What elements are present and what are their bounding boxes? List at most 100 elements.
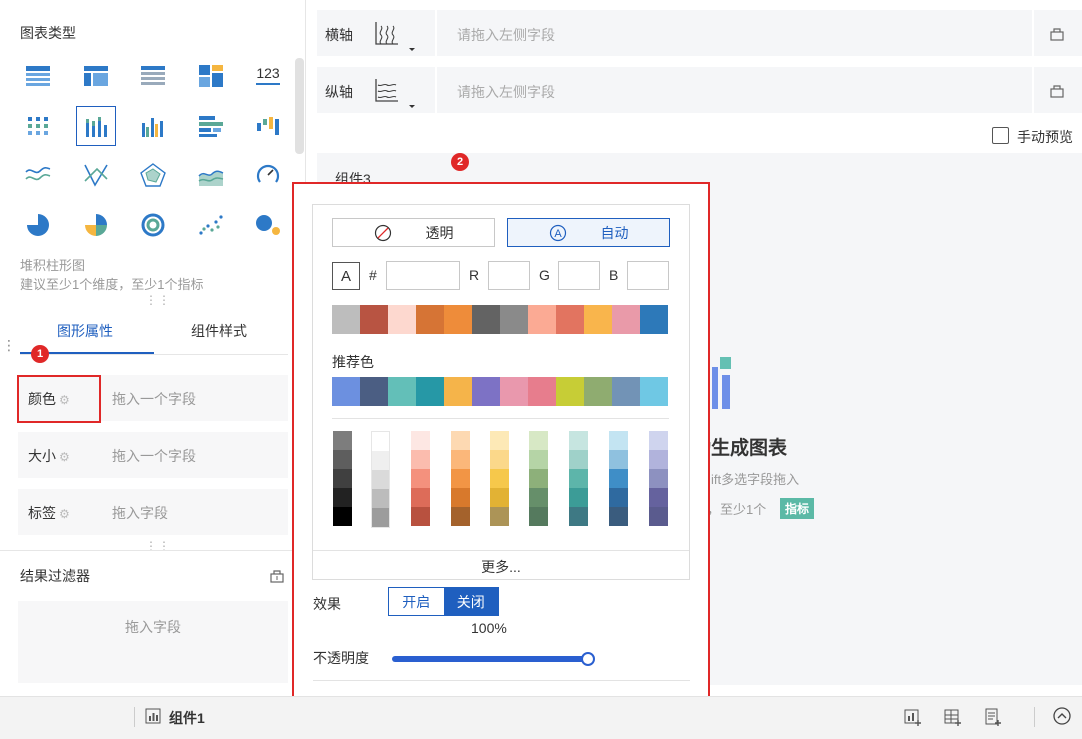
- color-swatch[interactable]: [609, 450, 628, 469]
- color-swatch[interactable]: [332, 305, 360, 334]
- color-swatch[interactable]: [451, 488, 470, 507]
- color-swatch[interactable]: [411, 450, 430, 469]
- line-icon[interactable]: [18, 155, 58, 195]
- prop-drop-label[interactable]: 拖入字段: [112, 503, 168, 523]
- prop-drop-size[interactable]: 拖入一个字段: [112, 446, 196, 466]
- color-swatch[interactable]: [451, 507, 470, 526]
- color-swatch[interactable]: [556, 305, 584, 334]
- auto-color-button[interactable]: A 自动: [507, 218, 670, 247]
- color-swatch[interactable]: [444, 377, 472, 406]
- color-swatch[interactable]: [649, 507, 668, 526]
- cross-table-icon[interactable]: [76, 56, 116, 96]
- eyedropper-a-icon[interactable]: A: [332, 262, 360, 290]
- radar-icon[interactable]: [133, 155, 173, 195]
- color-swatch[interactable]: [640, 377, 668, 406]
- color-swatch[interactable]: [372, 508, 389, 527]
- table-icon[interactable]: [18, 56, 58, 96]
- color-swatch[interactable]: [584, 305, 612, 334]
- multi-column-icon[interactable]: [133, 106, 173, 146]
- prop-drop-color[interactable]: 拖入一个字段: [112, 389, 196, 409]
- color-swatch[interactable]: [569, 431, 588, 450]
- color-swatch[interactable]: [451, 450, 470, 469]
- effect-on-button[interactable]: 开启: [389, 588, 444, 615]
- detail-table-icon[interactable]: [133, 56, 173, 96]
- color-swatch[interactable]: [490, 431, 509, 450]
- lock-icon[interactable]: [1032, 10, 1080, 56]
- color-swatch[interactable]: [649, 488, 668, 507]
- dashboard-card-icon[interactable]: [191, 56, 231, 96]
- kpi-number-icon[interactable]: 123: [248, 56, 288, 96]
- x-axis-row[interactable]: 横轴 请拖入左侧字段: [317, 10, 1082, 56]
- color-swatch[interactable]: [556, 377, 584, 406]
- color-swatch[interactable]: [569, 488, 588, 507]
- color-swatch[interactable]: [529, 507, 548, 526]
- more-colors-button[interactable]: 更多...: [313, 550, 689, 581]
- color-swatch[interactable]: [444, 305, 472, 334]
- scrollbar[interactable]: [295, 58, 304, 154]
- hex-input[interactable]: [386, 261, 460, 290]
- effect-off-button[interactable]: 关闭: [443, 588, 498, 615]
- color-swatch[interactable]: [609, 431, 628, 450]
- color-swatch[interactable]: [649, 469, 668, 488]
- color-swatch[interactable]: [490, 507, 509, 526]
- area-icon[interactable]: [191, 155, 231, 195]
- color-swatch[interactable]: [372, 451, 389, 470]
- add-chart-icon[interactable]: [903, 707, 923, 732]
- grouped-table-icon[interactable]: [18, 106, 58, 146]
- color-swatch[interactable]: [372, 489, 389, 508]
- color-swatch[interactable]: [500, 305, 528, 334]
- transparent-button[interactable]: 透明: [332, 218, 495, 247]
- lock-icon[interactable]: [1032, 67, 1080, 113]
- component-tab-label[interactable]: 组件1: [169, 708, 205, 728]
- y-axis-placeholder[interactable]: 请拖入左侧字段: [457, 82, 555, 102]
- color-swatch[interactable]: [333, 507, 352, 526]
- prop-row-size[interactable]: 大小 ⚙ 拖入一个字段: [18, 432, 288, 478]
- color-swatch[interactable]: [451, 431, 470, 450]
- x-axis-sort-icon[interactable]: [372, 20, 418, 59]
- color-swatch[interactable]: [372, 470, 389, 489]
- color-swatch[interactable]: [411, 488, 430, 507]
- color-swatch[interactable]: [612, 305, 640, 334]
- pie-icon[interactable]: [18, 205, 58, 245]
- color-swatch[interactable]: [411, 469, 430, 488]
- color-swatch[interactable]: [529, 469, 548, 488]
- filter-dropzone[interactable]: 拖入字段: [18, 601, 288, 683]
- color-swatch[interactable]: [584, 377, 612, 406]
- color-swatch[interactable]: [332, 377, 360, 406]
- waterfall-icon[interactable]: [248, 106, 288, 146]
- color-swatch[interactable]: [529, 488, 548, 507]
- color-swatch[interactable]: [612, 377, 640, 406]
- x-axis-placeholder[interactable]: 请拖入左侧字段: [457, 25, 555, 45]
- r-input[interactable]: [488, 261, 530, 290]
- color-swatch[interactable]: [451, 469, 470, 488]
- color-swatch[interactable]: [360, 305, 388, 334]
- color-swatch[interactable]: [388, 377, 416, 406]
- color-swatch[interactable]: [416, 377, 444, 406]
- color-swatch[interactable]: [649, 431, 668, 450]
- lock-icon[interactable]: [269, 567, 285, 588]
- color-swatch[interactable]: [528, 377, 556, 406]
- y-axis-sort-icon[interactable]: [372, 77, 418, 116]
- rose-pie-icon[interactable]: [76, 205, 116, 245]
- color-swatch[interactable]: [333, 488, 352, 507]
- color-swatch[interactable]: [529, 450, 548, 469]
- color-swatch[interactable]: [609, 469, 628, 488]
- y-axis-row[interactable]: 纵轴 请拖入左侧字段: [317, 67, 1082, 113]
- tab-graphic-properties[interactable]: 图形属性: [57, 321, 113, 341]
- color-swatch[interactable]: [333, 450, 352, 469]
- color-swatch[interactable]: [569, 507, 588, 526]
- scatter-icon[interactable]: [191, 205, 231, 245]
- resize-grip[interactable]: ⋮⋮: [145, 293, 171, 307]
- color-swatch[interactable]: [529, 431, 548, 450]
- add-table-icon[interactable]: [943, 707, 963, 732]
- color-swatch[interactable]: [649, 450, 668, 469]
- color-swatch[interactable]: [609, 488, 628, 507]
- color-swatch[interactable]: [411, 507, 430, 526]
- color-swatch[interactable]: [490, 488, 509, 507]
- color-swatch[interactable]: [640, 305, 668, 334]
- tab-component-style[interactable]: 组件样式: [191, 321, 247, 341]
- gauge-icon[interactable]: [248, 155, 288, 195]
- bubble-icon[interactable]: [248, 205, 288, 245]
- color-swatch[interactable]: [472, 305, 500, 334]
- manual-preview-checkbox[interactable]: [992, 127, 1009, 144]
